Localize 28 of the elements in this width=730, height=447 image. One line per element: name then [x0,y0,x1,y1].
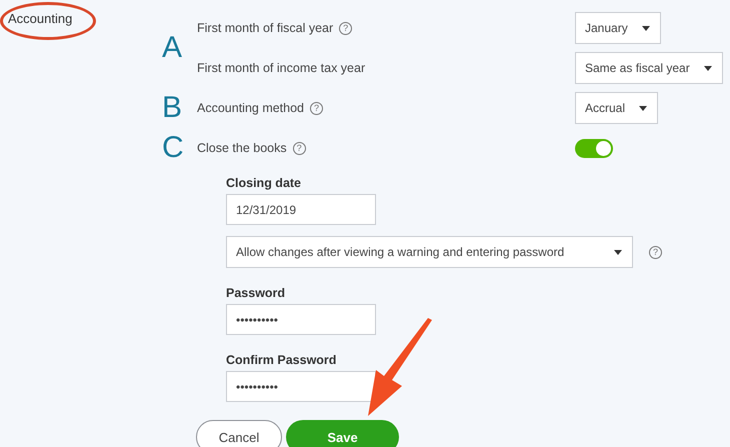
field-label: Password [226,286,286,300]
field-label: Closing date [226,176,302,190]
date-field[interactable]: 12/31/2019 [226,194,376,225]
caret-icon [642,26,650,30]
toggle-switch[interactable] [575,138,613,158]
step-letter: C [162,133,185,163]
section-title: Accounting [8,11,74,26]
dropdown[interactable]: Same as fiscal year [575,52,723,84]
caret-icon [639,106,648,110]
caret-icon [704,66,712,70]
dropdown[interactable]: Allow changes after viewing a warning and entering password [226,236,633,268]
dropdown[interactable]: January [575,12,661,44]
dropdown[interactable]: Accrual [575,92,658,124]
help-icon[interactable]: ? [310,102,324,114]
cancel-button[interactable]: Cancel [196,420,282,447]
setting-label: First month of income tax year [197,61,366,75]
password-field[interactable]: •••••••••• [226,371,376,402]
setting-label: First month of fiscal year [197,21,334,35]
field-label: Confirm Password [226,353,338,367]
help-icon[interactable]: ? [339,22,352,34]
caret-icon [614,250,622,254]
help-icon[interactable]: ? [649,246,662,258]
setting-label: Accounting method [197,101,304,115]
setting-label: Close the books [197,141,287,155]
step-letter: A [162,33,184,63]
password-field[interactable]: •••••••••• [226,304,376,335]
help-icon[interactable]: ? [292,142,306,154]
step-letter: B [162,93,184,123]
